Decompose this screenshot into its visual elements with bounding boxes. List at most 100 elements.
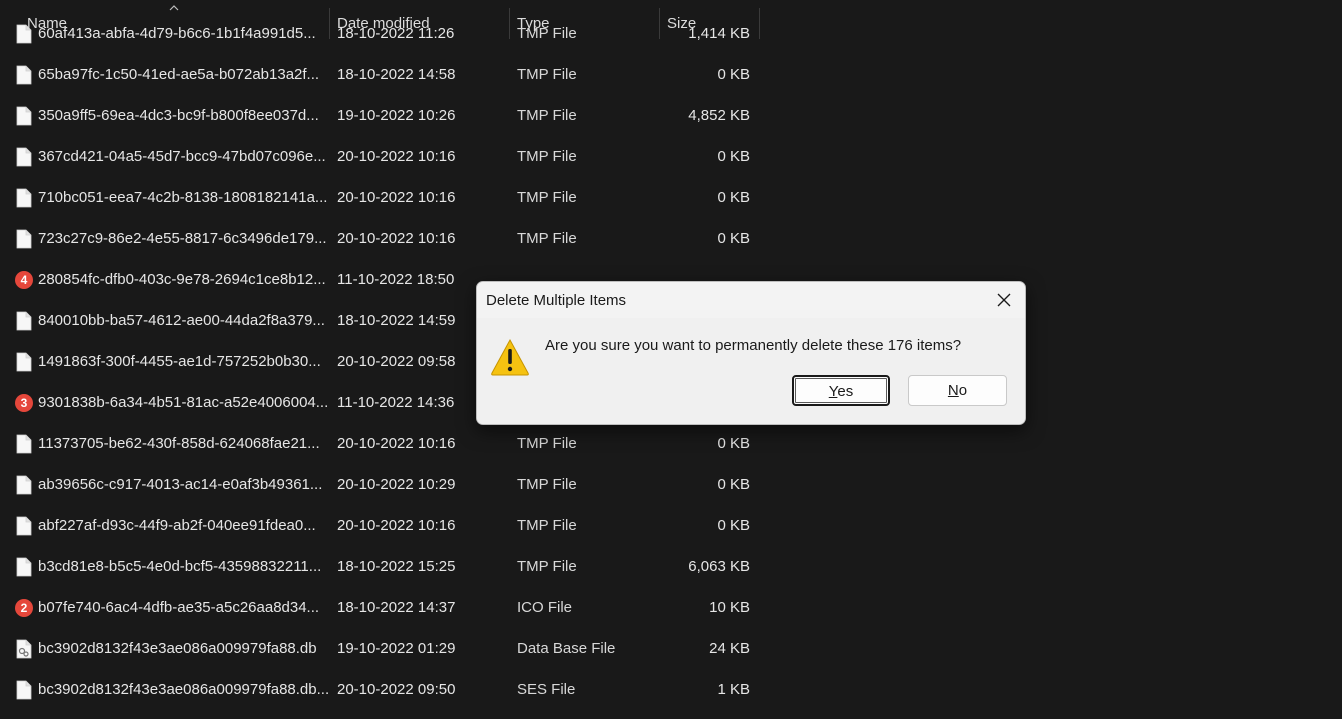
file-size: 0 KB: [717, 66, 750, 83]
file-size: 1 KB: [717, 681, 750, 698]
file-row[interactable]: bc3902d8132f43e3ae086a009979fa88.db... 20…: [0, 669, 760, 710]
file-size: 0 KB: [717, 189, 750, 206]
file-name: 9301838b-6a34-4b51-81ac-a52e4006004...: [38, 394, 329, 411]
no-accelerator: N: [947, 382, 959, 399]
yes-button[interactable]: Yes: [792, 375, 890, 406]
no-label: o: [958, 382, 968, 399]
file-icon: [15, 680, 33, 700]
file-type: TMP File: [517, 189, 577, 206]
file-date: 20-10-2022 10:16: [337, 189, 456, 206]
file-row[interactable]: 65ba97fc-1c50-41ed-ae5a-b072ab13a2f... 18…: [0, 54, 760, 95]
file-icon: [15, 188, 33, 208]
file-row[interactable]: 60af413a-abfa-4d79-b6c6-1b1f4a991d5... 18…: [0, 13, 760, 54]
file-name: b07fe740-6ac4-4dfb-ae35-a5c26aa8d34...: [38, 599, 320, 616]
file-size: 0 KB: [717, 476, 750, 493]
file-icon: [15, 516, 33, 536]
file-type: ICO File: [517, 599, 573, 616]
file-date: 11-10-2022 14:36: [337, 394, 455, 411]
file-type: TMP File: [517, 230, 577, 247]
file-row[interactable]: bc3902d8132f43e3ae086a009979fa88.db 19-10…: [0, 628, 760, 669]
file-date: 18-10-2022 14:58: [337, 66, 456, 83]
delete-confirmation-dialog: Delete Multiple Items Are you sure you w…: [476, 281, 1026, 425]
file-row[interactable]: 350a9ff5-69ea-4dc3-bc9f-b800f8ee037d... 1…: [0, 95, 760, 136]
file-size: 4,852 KB: [688, 107, 750, 124]
file-date: 20-10-2022 10:16: [337, 148, 456, 165]
file-name: 723c27c9-86e2-4e55-8817-6c3496de179...: [38, 230, 327, 247]
db-file-icon: [15, 639, 33, 659]
file-row[interactable]: 710bc051-eea7-4c2b-8138-1808182141a... 20…: [0, 177, 760, 218]
file-date: 20-10-2022 10:16: [337, 517, 456, 534]
file-row[interactable]: 11373705-be62-430f-858d-624068fae21... 20…: [0, 423, 760, 464]
file-type: TMP File: [517, 435, 577, 452]
file-date: 20-10-2022 09:58: [337, 353, 456, 370]
file-date: 19-10-2022 10:26: [337, 107, 456, 124]
file-date: 18-10-2022 15:25: [337, 558, 456, 575]
file-name: 840010bb-ba57-4612-ae00-44da2f8a379...: [38, 312, 325, 329]
no-button[interactable]: No: [908, 375, 1007, 406]
file-type: TMP File: [517, 476, 577, 493]
file-name: ab39656c-c917-4013-ac14-e0af3b49361...: [38, 476, 323, 493]
file-icon: [15, 352, 33, 372]
file-date: 18-10-2022 11:26: [337, 25, 455, 42]
dialog-body: Are you sure you want to permanently del…: [477, 318, 1025, 424]
file-icon: [15, 557, 33, 577]
file-type: TMP File: [517, 25, 577, 42]
file-type: TMP File: [517, 107, 577, 124]
file-icon: [15, 229, 33, 249]
file-row[interactable]: 723c27c9-86e2-4e55-8817-6c3496de179... 20…: [0, 218, 760, 259]
file-name: b3cd81e8-b5c5-4e0d-bcf5-43598832211...: [38, 558, 322, 575]
file-type: TMP File: [517, 66, 577, 83]
close-icon[interactable]: [993, 289, 1015, 311]
file-name: 1491863f-300f-4455-ae1d-757252b0b30...: [38, 353, 321, 370]
file-icon: [15, 65, 33, 85]
file-size: 10 KB: [709, 599, 750, 616]
file-icon: [15, 311, 33, 331]
notification-badge-icon: 2: [15, 599, 33, 617]
file-row[interactable]: ab39656c-c917-4013-ac14-e0af3b49361... 20…: [0, 464, 760, 505]
file-icon: [15, 147, 33, 167]
file-type: TMP File: [517, 517, 577, 534]
warning-icon: [491, 338, 529, 376]
file-date: 20-10-2022 09:50: [337, 681, 456, 698]
dialog-title: Delete Multiple Items: [486, 292, 627, 309]
file-size: 0 KB: [717, 230, 750, 247]
file-type: Data Base File: [517, 640, 616, 657]
file-name: bc3902d8132f43e3ae086a009979fa88.db...: [38, 681, 330, 698]
file-date: 20-10-2022 10:16: [337, 435, 456, 452]
file-name: bc3902d8132f43e3ae086a009979fa88.db: [38, 640, 317, 657]
file-size: 1,414 KB: [688, 25, 750, 42]
file-size: 6,063 KB: [688, 558, 750, 575]
file-icon: [15, 475, 33, 495]
file-date: 18-10-2022 14:37: [337, 599, 456, 616]
file-row[interactable]: b3cd81e8-b5c5-4e0d-bcf5-43598832211... 18…: [0, 546, 760, 587]
file-size: 0 KB: [717, 517, 750, 534]
file-row[interactable]: 2 b07fe740-6ac4-4dfb-ae35-a5c26aa8d34... 1…: [0, 587, 760, 628]
file-name: 710bc051-eea7-4c2b-8138-1808182141a...: [38, 189, 328, 206]
file-type: TMP File: [517, 558, 577, 575]
file-name: 60af413a-abfa-4d79-b6c6-1b1f4a991d5...: [38, 25, 316, 42]
file-name: abf227af-d93c-44f9-ab2f-040ee91fdea0...: [38, 517, 316, 534]
file-date: 20-10-2022 10:16: [337, 230, 456, 247]
file-icon: [15, 24, 33, 44]
file-date: 11-10-2022 18:50: [337, 271, 455, 288]
file-date: 20-10-2022 10:29: [337, 476, 456, 493]
notification-badge-icon: 3: [15, 394, 33, 412]
file-icon: [15, 106, 33, 126]
file-name: 11373705-be62-430f-858d-624068fae21...: [38, 435, 320, 452]
dialog-message: Are you sure you want to permanently del…: [545, 337, 962, 354]
file-size: 24 KB: [709, 640, 750, 657]
file-name: 65ba97fc-1c50-41ed-ae5a-b072ab13a2f...: [38, 66, 320, 83]
file-date: 19-10-2022 01:29: [337, 640, 456, 657]
file-type: SES File: [517, 681, 576, 698]
file-row[interactable]: 367cd421-04a5-45d7-bcc9-47bd07c096e... 20…: [0, 136, 760, 177]
file-date: 18-10-2022 14:59: [337, 312, 456, 329]
file-name: 280854fc-dfb0-403c-9e78-2694c1ce8b12...: [38, 271, 326, 288]
file-size: 0 KB: [717, 435, 750, 452]
file-icon: [15, 434, 33, 454]
notification-badge-icon: 4: [15, 271, 33, 289]
file-type: TMP File: [517, 148, 577, 165]
file-row[interactable]: abf227af-d93c-44f9-ab2f-040ee91fdea0... 2…: [0, 505, 760, 546]
yes-label: es: [837, 383, 854, 400]
file-name: 367cd421-04a5-45d7-bcc9-47bd07c096e...: [38, 148, 326, 165]
file-size: 0 KB: [717, 148, 750, 165]
